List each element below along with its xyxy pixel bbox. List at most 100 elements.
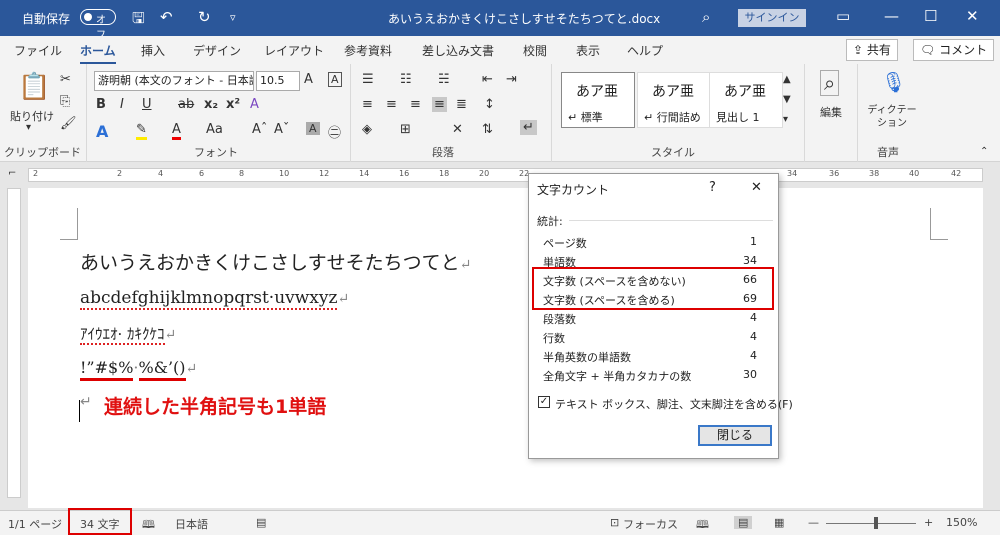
proofing-icon[interactable]: 🕮	[142, 516, 155, 535]
tab-file[interactable]: ファイル	[14, 42, 62, 59]
change-case-icon[interactable]: Aa	[206, 122, 223, 137]
font-size-select[interactable]: 10.5	[256, 71, 300, 91]
print-layout-icon[interactable]: ▤	[734, 516, 753, 529]
clear-format-icon[interactable]: A	[328, 72, 342, 87]
close-window-icon[interactable]: ✕	[966, 7, 979, 25]
zoom-out-icon[interactable]: —	[808, 516, 819, 529]
tab-layout[interactable]: レイアウト	[264, 42, 324, 59]
close-dialog-button[interactable]: 閉じる	[698, 425, 772, 446]
italic-icon[interactable]: I	[120, 97, 124, 112]
tab-help[interactable]: ヘルプ	[627, 42, 663, 59]
help-button[interactable]: ?	[709, 180, 716, 195]
share-button[interactable]: ⇪ 共有	[846, 39, 898, 61]
distributed-icon[interactable]: ≣	[456, 97, 467, 112]
line-spacing-icon[interactable]: ↕	[484, 97, 495, 112]
bold-icon[interactable]: B	[96, 97, 106, 112]
language-status[interactable]: 日本語	[175, 516, 208, 532]
justify-icon[interactable]: ≡	[432, 97, 447, 112]
style-normal[interactable]: あア亜 ↵ 標準	[561, 72, 635, 128]
dialog-close-icon[interactable]: ✕	[751, 180, 762, 195]
show-marks-icon[interactable]: ↵	[520, 120, 537, 135]
include-textbox-label[interactable]: テキスト ボックス、脚注、文末脚注を含める(F)	[555, 396, 793, 412]
focus-icon[interactable]: ⊡	[610, 516, 619, 529]
tab-insert[interactable]: 挿入	[141, 42, 165, 59]
zoom-slider-thumb[interactable]	[874, 517, 878, 529]
font-name-select[interactable]: 游明朝 (本文のフォント - 日本語)	[94, 71, 254, 91]
text-effects-sub-icon[interactable]: A	[250, 97, 259, 112]
numbering-icon[interactable]: ☷	[400, 72, 412, 87]
strikethrough-icon[interactable]: ab	[178, 97, 194, 112]
horizontal-ruler[interactable]: 2 2 4 6 8 10 12 14 16 18 20 22 34 36 38 …	[28, 168, 983, 182]
dictate-label[interactable]: ディクテーション	[863, 104, 921, 130]
subscript-icon[interactable]: x₂	[204, 97, 218, 112]
zoom-in-icon[interactable]: +	[924, 516, 933, 529]
undo-icon[interactable]: ↶	[160, 8, 173, 26]
font-color-icon[interactable]: A	[172, 122, 181, 140]
style-no-spacing[interactable]: あア亜 ↵ 行間詰め	[637, 72, 711, 128]
paste-icon[interactable]: 📋	[18, 72, 50, 102]
align-right-icon[interactable]: ≡	[410, 97, 421, 112]
asian-layout-icon[interactable]: ✕	[452, 122, 463, 137]
autosave-toggle[interactable]: オフ	[80, 9, 116, 41]
grow-font-icon[interactable]: A	[304, 72, 313, 87]
enlarge-font-icon[interactable]: Aˆ	[252, 122, 267, 137]
styles-more-icon[interactable]: ▾	[783, 114, 788, 125]
enclose-char-icon[interactable]: ㊁	[328, 122, 341, 141]
customize-qat-icon[interactable]: ▿	[230, 11, 236, 24]
microphone-icon[interactable]: 🎙	[881, 70, 906, 94]
style-heading-1[interactable]: あア亜 見出し 1	[709, 72, 783, 128]
styles-scroll-down-icon[interactable]: ▼	[783, 94, 791, 105]
document-page[interactable]: あいうえおかきくけこさしすせそたちつてと↵ abcdefghijklmnopqr…	[28, 188, 983, 508]
increase-indent-icon[interactable]: ⇥	[506, 72, 517, 87]
collapse-ribbon-icon[interactable]: ⌃	[980, 146, 988, 157]
minimize-icon[interactable]: —	[884, 7, 899, 25]
clipboard-group-label: クリップボード	[4, 146, 81, 159]
highlight-icon[interactable]: ✎	[136, 122, 147, 140]
multilevel-icon[interactable]: ☵	[438, 72, 450, 87]
zoom-slider[interactable]	[826, 523, 916, 524]
include-textbox-checkbox[interactable]: ✓	[538, 396, 550, 408]
shrink-font-icon[interactable]: Aˇ	[274, 122, 289, 137]
shading-icon[interactable]: ◈	[362, 122, 372, 137]
text-effects-icon[interactable]: A	[96, 122, 108, 141]
bullets-icon[interactable]: ☰	[362, 72, 374, 87]
zoom-level[interactable]: 150%	[946, 516, 977, 529]
autosave-label: 自動保存	[22, 12, 71, 26]
align-left-icon[interactable]: ≡	[362, 97, 373, 112]
read-mode-icon[interactable]: 🕮	[696, 516, 709, 535]
tab-home[interactable]: ホーム	[80, 42, 116, 65]
paste-label[interactable]: 貼り付け	[10, 108, 54, 124]
superscript-icon[interactable]: x²	[226, 97, 240, 112]
page-count[interactable]: 1/1 ページ	[8, 516, 62, 532]
borders-icon[interactable]: ⊞	[400, 122, 411, 137]
cut-icon[interactable]: ✂	[60, 72, 71, 87]
ribbon-display-icon[interactable]: ▭	[836, 7, 850, 25]
paragraph-group-label: 段落	[432, 146, 454, 159]
tab-view[interactable]: 表示	[576, 42, 600, 59]
focus-label[interactable]: フォーカス	[623, 516, 678, 532]
styles-scroll-up-icon[interactable]: ▲	[783, 74, 791, 85]
tab-references[interactable]: 参考資料	[344, 42, 392, 59]
align-center-icon[interactable]: ≡	[386, 97, 397, 112]
underline-icon[interactable]: U	[142, 97, 152, 112]
redo-icon[interactable]: ↻	[198, 8, 211, 26]
search-icon[interactable]: ⌕	[702, 8, 710, 26]
edit-label[interactable]: 編集	[820, 104, 842, 120]
tab-design[interactable]: デザイン	[193, 42, 241, 59]
save-icon[interactable]: 🖫	[132, 8, 145, 33]
char-shading-icon[interactable]: A	[306, 122, 320, 135]
decrease-indent-icon[interactable]: ⇤	[482, 72, 493, 87]
tab-mailings[interactable]: 差し込み文書	[422, 42, 494, 59]
comment-button[interactable]: 🗨 コメント	[913, 39, 995, 61]
maximize-icon[interactable]: ☐	[924, 7, 937, 25]
tab-review[interactable]: 校閲	[523, 42, 547, 59]
vertical-ruler[interactable]	[7, 188, 21, 498]
tab-selector-icon[interactable]: ⌐	[8, 168, 16, 179]
sort-icon[interactable]: ⇅	[482, 122, 493, 137]
accessibility-icon[interactable]: ▤	[256, 516, 266, 529]
signin-button[interactable]: サインイン	[738, 9, 806, 27]
find-icon[interactable]: ⌕	[820, 70, 840, 96]
copy-icon[interactable]: ⎘	[60, 94, 70, 109]
format-painter-icon[interactable]: 🖌	[60, 116, 77, 131]
web-layout-icon[interactable]: ▦	[774, 516, 784, 529]
